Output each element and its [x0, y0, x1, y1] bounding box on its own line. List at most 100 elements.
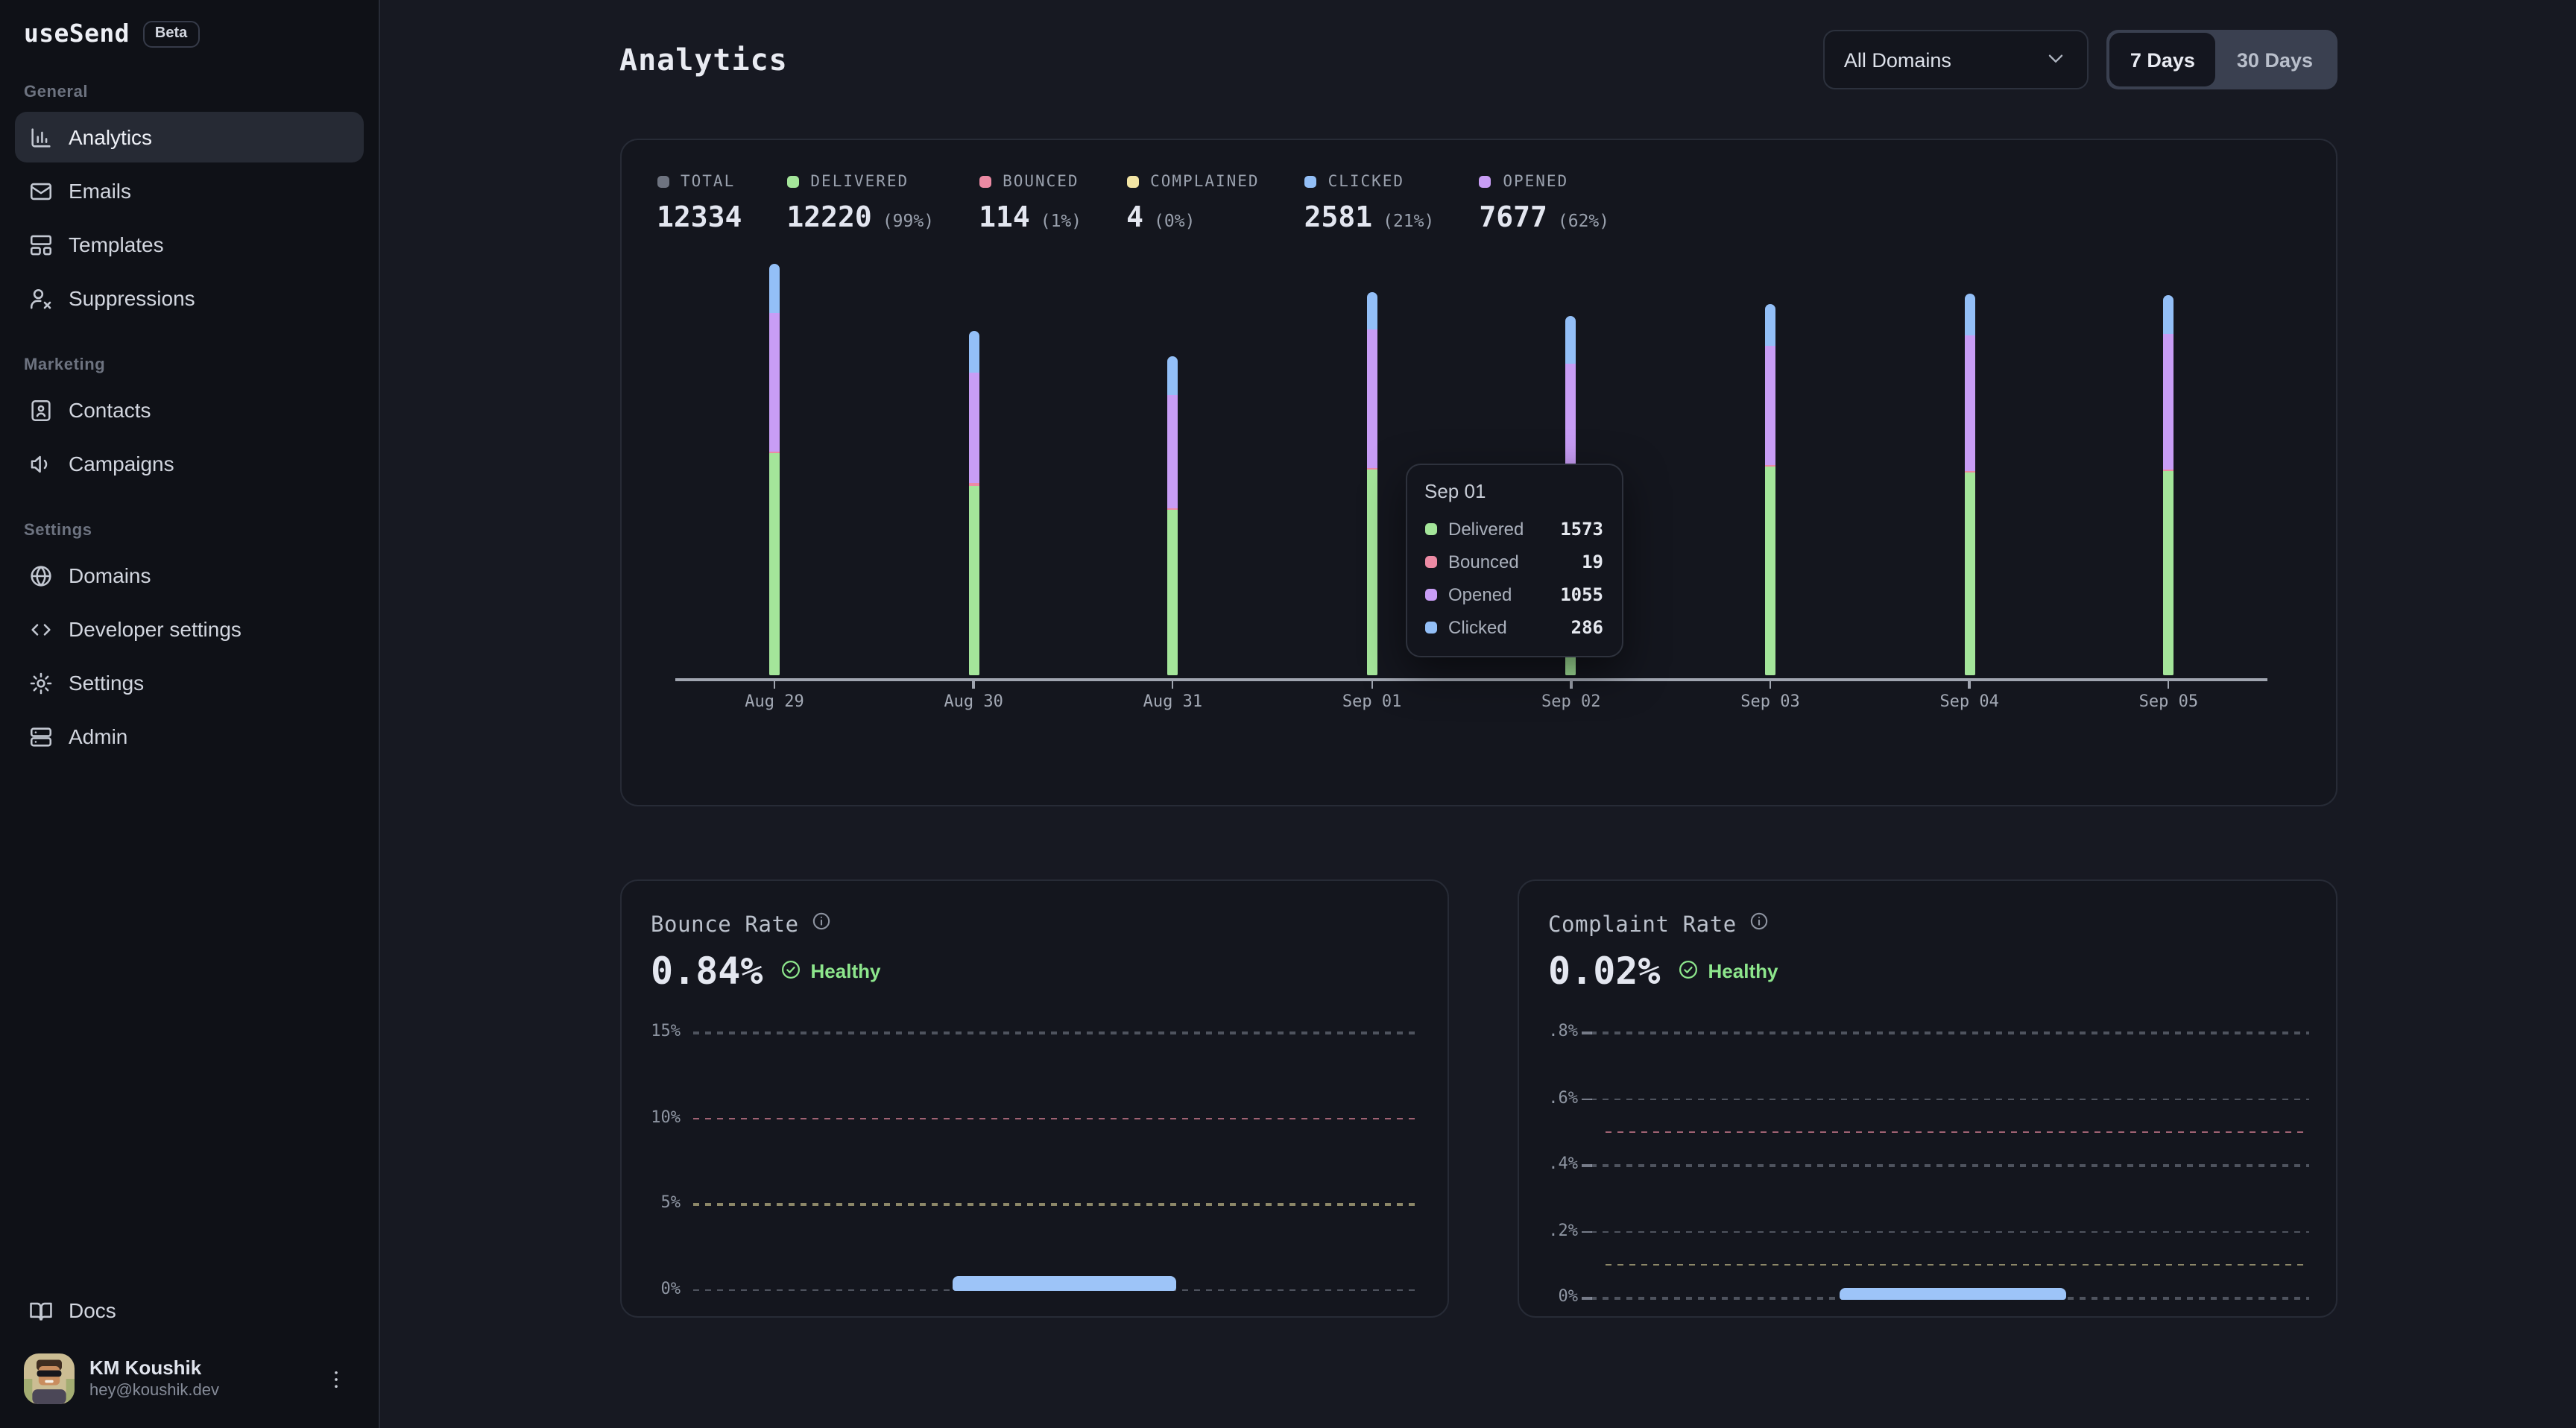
bounce-rate-card: Bounce Rate0.84%Healthy15%10%5%0%: [619, 879, 1448, 1318]
y-axis-label: 10%: [630, 1107, 681, 1126]
tooltip-row: Bounced19: [1424, 546, 1603, 578]
stat-percent: (62%): [1558, 210, 1609, 231]
x-axis-label: Sep 05: [2101, 692, 2235, 711]
logo-row: useSend Beta: [0, 0, 379, 48]
sidebar-item-developer-settings[interactable]: Developer settings: [15, 604, 364, 654]
gridline--6-: [1590, 1098, 2308, 1100]
sidebar-item-emails[interactable]: Emails: [15, 165, 364, 216]
user-menu[interactable]: KM Koushik hey@koushik.dev: [15, 1339, 364, 1413]
stacked-bar: [769, 264, 780, 675]
stat-color-dot: [979, 176, 991, 188]
email-volume-card: TOTAL12334DELIVERED12220(99%)BOUNCED114(…: [619, 139, 2337, 806]
avatar: [24, 1353, 75, 1404]
threshold-line: [1605, 1131, 2308, 1134]
sidebar-section-label-settings: Settings: [24, 522, 355, 540]
more-vertical-icon[interactable]: [318, 1360, 355, 1397]
x-axis-tick: [1371, 680, 1373, 688]
sidebar-item-admin[interactable]: Admin: [15, 711, 364, 762]
stat-complained: COMPLAINED4(0%): [1126, 173, 1259, 234]
x-axis-label: Aug 31: [1105, 692, 1240, 711]
status-label: Healthy: [811, 960, 881, 982]
sidebar-item-templates[interactable]: Templates: [15, 219, 364, 270]
bar-segment-delivered: [2163, 471, 2174, 675]
stacked-bar: [968, 331, 979, 675]
rate-card-header: Complaint Rate: [1548, 911, 1770, 939]
sidebar-bottom: Docs KM Koushik hey@koushik.dev: [0, 1285, 379, 1428]
sidebar-section-label-general: General: [24, 83, 355, 101]
sidebar-item-label: Contacts: [69, 398, 151, 422]
stat-percent: (0%): [1154, 210, 1195, 231]
app-root: useSend Beta General Analytics EmailsTempl…: [0, 0, 2576, 1428]
complaint-rate-card: Complaint Rate0.02%Healthy.8%.6%.4%.2%0%: [1517, 879, 2337, 1318]
stat-opened: OPENED7677(62%): [1479, 173, 1609, 234]
user-meta: KM Koushik hey@koushik.dev: [89, 1356, 303, 1401]
stacked-bar: [2163, 295, 2174, 675]
sidebar-item-docs[interactable]: Docs: [15, 1285, 364, 1336]
y-axis-label: 0%: [630, 1278, 681, 1298]
tooltip-series-value: 1055: [1560, 584, 1603, 605]
range-option-30-days[interactable]: 30 Days: [2216, 33, 2334, 86]
bar-segment-opened: [1367, 329, 1377, 467]
rate-card-title: Complaint Rate: [1548, 913, 1737, 937]
y-axis-label: .2%: [1527, 1220, 1578, 1239]
y-axis-label: 15%: [630, 1021, 681, 1040]
globe-icon: [28, 563, 54, 588]
rate-value-row: 0.02%Healthy: [1548, 950, 1778, 993]
bar-segment-clicked: [769, 264, 780, 313]
rate-card-title: Bounce Rate: [651, 913, 799, 937]
bar-segment-opened: [1765, 346, 1775, 465]
info-icon[interactable]: [1749, 911, 1770, 939]
sidebar-item-suppressions[interactable]: Suppressions: [15, 273, 364, 323]
stat-head: BOUNCED: [979, 173, 1082, 191]
rate-value: 0.84%: [651, 950, 763, 993]
stat-percent: (21%): [1383, 210, 1434, 231]
status-badge: Healthy: [1677, 958, 1778, 985]
stat-head: DELIVERED: [786, 173, 934, 191]
sidebar-item-campaigns[interactable]: Campaigns: [15, 438, 364, 489]
sidebar-item-contacts[interactable]: Contacts: [15, 385, 364, 435]
gridline-10-: [692, 1117, 1420, 1119]
megaphone-icon: [28, 451, 54, 476]
stat-color-dot: [657, 176, 669, 188]
bar-segment-clicked: [1367, 292, 1377, 329]
bar-segment-opened: [1964, 335, 1974, 471]
rate-cards-row: Bounce Rate0.84%Healthy15%10%5%0% Compla…: [619, 879, 2337, 1318]
sidebar-item-label: Analytics: [69, 125, 152, 149]
sidebar-item-domains[interactable]: Domains: [15, 550, 364, 601]
stat-value: 114: [979, 201, 1030, 234]
rate-series-bar: [952, 1277, 1175, 1291]
bar-segment-delivered: [968, 485, 979, 675]
range-option-7-days[interactable]: 7 Days: [2109, 33, 2216, 86]
sidebar-item-settings[interactable]: Settings: [15, 657, 364, 708]
stat-color-dot: [786, 176, 798, 188]
stat-label: DELIVERED: [810, 173, 909, 191]
gridline--4-: [1590, 1164, 2308, 1166]
sidebar-item-label: Settings: [69, 671, 144, 695]
user-name: KM Koushik: [89, 1356, 303, 1380]
y-axis-label: .6%: [1527, 1087, 1578, 1107]
stat-value: 2581: [1304, 201, 1373, 234]
x-axis-tick: [774, 680, 776, 688]
bar-segment-opened: [1566, 364, 1576, 477]
bar-segment-clicked: [968, 331, 979, 373]
stat-color-dot: [1304, 176, 1316, 188]
code-icon: [28, 616, 54, 642]
sidebar-item-analytics[interactable]: Analytics: [15, 112, 364, 162]
chevron-down-icon: [2044, 45, 2068, 74]
domain-filter-select[interactable]: All Domains: [1823, 30, 2089, 89]
stat-label: CLICKED: [1328, 173, 1405, 191]
tooltip-swatch: [1424, 622, 1436, 634]
stat-value: 12334: [657, 201, 742, 234]
x-axis-tick: [973, 680, 975, 688]
y-axis-label: .8%: [1527, 1021, 1578, 1040]
tooltip-swatch: [1424, 589, 1436, 601]
tooltip-row: Opened1055: [1424, 578, 1603, 611]
tooltip-series-value: 19: [1582, 552, 1603, 572]
stat-value: 12220: [786, 201, 871, 234]
x-axis-tick: [1969, 680, 1971, 688]
stat-delivered: DELIVERED12220(99%): [786, 173, 934, 234]
bar-segment-clicked: [1566, 317, 1576, 364]
info-icon[interactable]: [811, 911, 832, 939]
stat-label: TOTAL: [681, 173, 735, 191]
stat-color-dot: [1126, 176, 1138, 188]
